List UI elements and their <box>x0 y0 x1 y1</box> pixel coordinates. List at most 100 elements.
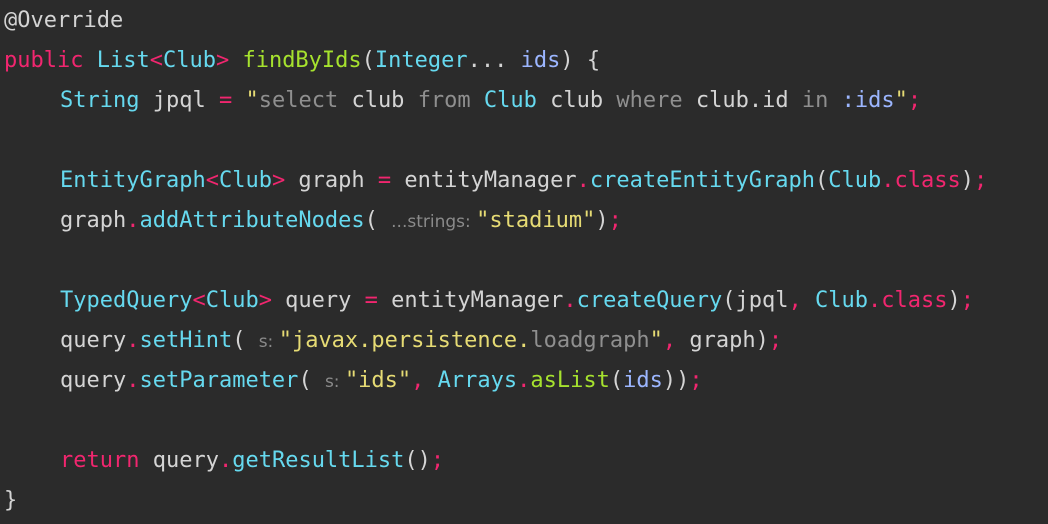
code-token: List <box>96 48 150 73</box>
code-token: query <box>60 328 127 353</box>
parameter-hint: ...strings: <box>391 212 477 232</box>
code-token: . <box>517 368 531 393</box>
code-token: > <box>215 48 230 73</box>
code-line[interactable]: public List<Club> findByIds(Integer... i… <box>4 41 600 81</box>
parameter-hint: s: <box>324 372 345 392</box>
code-line[interactable]: EntityGraph<Club> graph = entityManager.… <box>4 161 987 201</box>
code-line[interactable]: graph.addAttributeNodes( ...strings: "st… <box>4 201 622 241</box>
code-token: createQuery <box>576 288 723 313</box>
code-line[interactable] <box>4 241 60 281</box>
code-token: EntityGraph <box>60 168 206 193</box>
code-line[interactable]: query.setHint( s: "javax.persistence.loa… <box>4 321 782 361</box>
code-token: ; <box>768 328 783 353</box>
code-token: query <box>271 288 365 313</box>
code-token: jpql <box>139 88 219 113</box>
code-token: ) <box>960 168 974 193</box>
code-token: ) <box>595 208 609 233</box>
code-token: getResultList <box>232 448 405 473</box>
code-token: setParameter <box>139 368 299 393</box>
code-token: ; <box>430 448 445 473</box>
code-token: ; <box>960 288 974 313</box>
code-token: Arrays <box>437 368 518 393</box>
code-token: Club <box>205 288 259 313</box>
code-token: " <box>245 88 259 113</box>
code-token: (jpql <box>722 288 789 313</box>
code-line[interactable]: return query.getResultList(); <box>4 441 444 481</box>
code-token: "stadium" <box>476 208 596 233</box>
code-token: where <box>616 88 683 113</box>
code-token: < <box>205 168 219 193</box>
code-editor[interactable]: @Override public List<Club> findByIds(In… <box>0 0 1048 524</box>
code-token: club.id <box>682 88 802 113</box>
code-token: . <box>881 168 895 193</box>
code-token: createEntityGraph <box>589 168 816 193</box>
code-token: . <box>126 368 140 393</box>
code-token: ( <box>232 328 259 353</box>
code-token: ; <box>608 208 622 233</box>
code-line[interactable]: query.setParameter( s: "ids", Arrays.asL… <box>4 361 703 401</box>
code-token: query <box>139 448 219 473</box>
code-token: club <box>536 88 617 113</box>
code-line[interactable]: TypedQuery<Club> query = entityManager.c… <box>4 281 974 321</box>
code-token: entityManager <box>391 168 577 193</box>
parameter-hint: s: <box>258 332 279 352</box>
code-token: ids <box>623 368 663 393</box>
code-token: select <box>258 88 339 113</box>
code-token: < <box>149 48 163 73</box>
code-token: , <box>662 328 677 353</box>
code-token: Integer <box>374 48 468 73</box>
code-token: ) <box>947 288 961 313</box>
code-token: ( <box>298 368 325 393</box>
code-token: ( <box>364 208 392 233</box>
code-token: query <box>60 368 127 393</box>
code-line[interactable]: String jpql = "select club from Club clu… <box>4 81 921 121</box>
code-token: entityManager <box>377 288 564 313</box>
code-token: in <box>801 88 829 113</box>
code-token: asList <box>530 368 610 393</box>
code-token: public <box>4 48 84 73</box>
code-line[interactable] <box>4 121 60 161</box>
code-token: loadgraph <box>530 328 650 353</box>
code-token: () <box>404 448 431 473</box>
code-token: @Override <box>4 8 124 33</box>
code-token: . <box>126 208 140 233</box>
code-token: Club <box>162 48 216 73</box>
code-token: String <box>60 88 140 113</box>
code-token: ( <box>609 368 624 393</box>
code-line[interactable]: @Override <box>4 1 123 41</box>
code-token: from <box>417 88 471 113</box>
code-token: < <box>192 288 206 313</box>
code-line[interactable]: } <box>4 481 17 521</box>
code-token: ids <box>520 48 561 73</box>
code-token: Club <box>815 288 869 313</box>
code-token: ... <box>467 48 508 73</box>
code-token: . <box>563 288 577 313</box>
code-token: ; <box>907 88 922 113</box>
code-token: graph <box>60 208 127 233</box>
code-token: " <box>649 328 663 353</box>
code-line[interactable] <box>4 401 60 441</box>
code-token: . <box>868 288 882 313</box>
code-token: class <box>894 168 961 193</box>
code-token: Club <box>828 168 882 193</box>
code-token: Club <box>483 88 537 113</box>
code-token: ; <box>973 168 988 193</box>
code-token: return <box>60 448 140 473</box>
code-token: setHint <box>139 328 233 353</box>
code-token: )) <box>662 368 690 393</box>
code-token: "javax.persistence. <box>278 328 531 353</box>
code-token: . <box>218 448 233 473</box>
code-token: addAttributeNodes <box>139 208 365 233</box>
code-token: > <box>271 168 286 193</box>
code-token: class <box>881 288 948 313</box>
code-token: . <box>126 328 140 353</box>
code-token: } <box>4 488 18 513</box>
code-token: = <box>218 88 233 113</box>
code-token: ( <box>815 168 829 193</box>
code-token: ; <box>689 368 703 393</box>
